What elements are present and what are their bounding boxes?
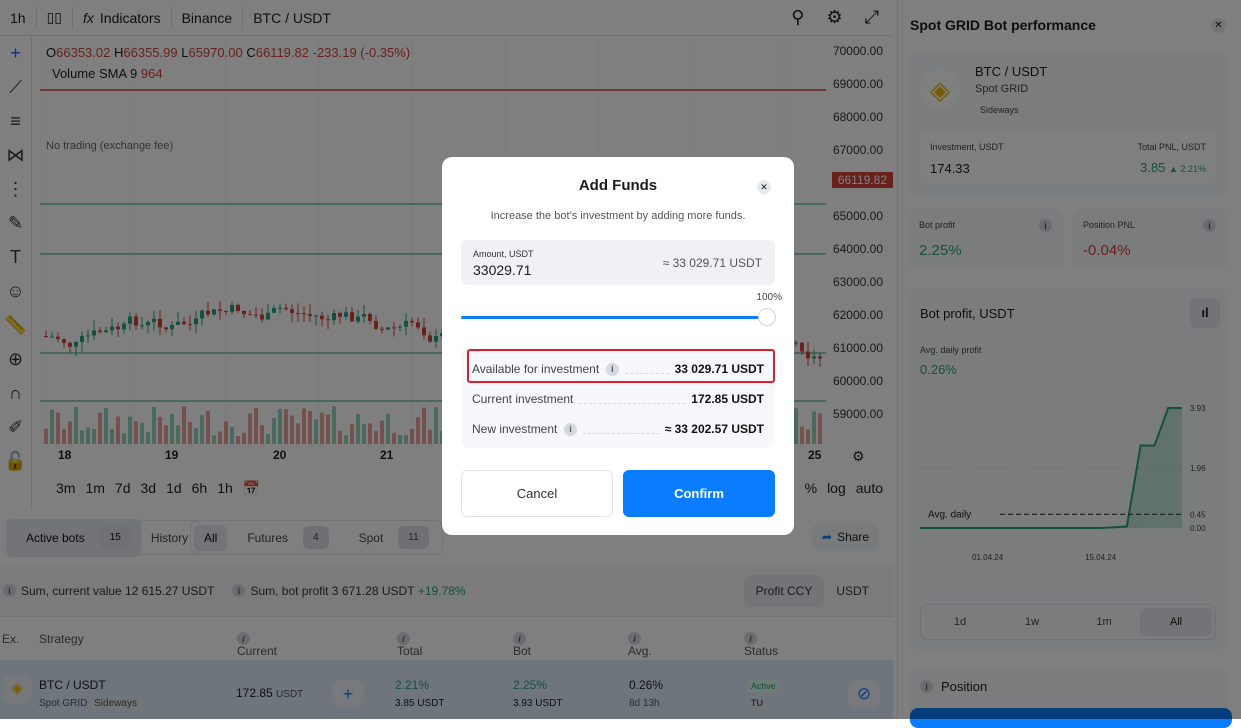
amount-slider[interactable] bbox=[461, 316, 767, 319]
new-value: ≈ 33 202.57 USDT bbox=[664, 422, 764, 436]
amount-input[interactable]: Amount, USDT 33029.71 ≈ 33 029.71 USDT bbox=[461, 240, 775, 285]
info-icon[interactable]: i bbox=[605, 362, 619, 376]
amount-approx: ≈ 33 029.71 USDT bbox=[662, 256, 762, 270]
modal-subtitle: Increase the bot’s investment by adding … bbox=[490, 210, 746, 222]
new-row: New investment i ≈ 33 202.57 USDT bbox=[472, 422, 764, 436]
percent-label: 100% bbox=[756, 292, 782, 303]
new-label: New investment bbox=[472, 422, 558, 436]
amount-value: 33029.71 bbox=[473, 262, 532, 278]
slider-handle[interactable] bbox=[758, 308, 776, 326]
available-label: Available for investment bbox=[472, 362, 600, 376]
current-value: 172.85 USDT bbox=[691, 392, 764, 406]
add-funds-modal: Add Funds ✕ Increase the bot’s investmen… bbox=[442, 157, 794, 535]
info-icon[interactable]: i bbox=[564, 422, 578, 436]
available-row: Available for investment i 33 029.71 USDT bbox=[472, 362, 764, 376]
current-row: Current investment 172.85 USDT bbox=[472, 392, 764, 406]
available-value: 33 029.71 USDT bbox=[674, 362, 764, 376]
current-label: Current investment bbox=[472, 392, 574, 406]
cancel-button[interactable]: Cancel bbox=[461, 470, 613, 517]
confirm-button[interactable]: Confirm bbox=[623, 470, 775, 517]
modal-title: Add Funds bbox=[578, 177, 658, 194]
close-modal-button[interactable]: ✕ bbox=[757, 180, 771, 194]
amount-label: Amount, USDT bbox=[473, 249, 534, 259]
